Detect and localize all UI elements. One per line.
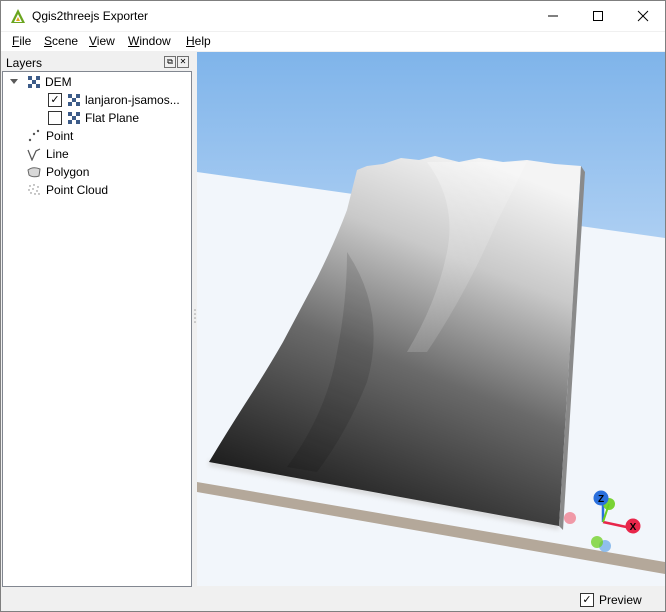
axis-z-label: Z (598, 494, 604, 505)
tree-item-dem[interactable]: DEM (28, 73, 72, 91)
window-title: Qgis2threejs Exporter (32, 9, 149, 23)
menu-view[interactable]: View (89, 34, 115, 48)
menu-help[interactable]: Help (186, 34, 211, 48)
tree-item-label: Polygon (46, 165, 90, 179)
tree-item-polygon[interactable]: Polygon (27, 163, 89, 181)
point-cloud-layer-icon (28, 184, 40, 195)
tree-item-label: Flat Plane (85, 111, 140, 125)
layer-visibility-checkbox[interactable] (48, 111, 62, 125)
axis-neg-x-sphere (564, 512, 576, 524)
tree-item-label: Line (46, 147, 69, 161)
menu-bar: File Scene View Window Help (1, 32, 665, 51)
preview-label: Preview (599, 593, 642, 607)
expand-arrow-icon[interactable] (10, 79, 18, 84)
close-icon: ✕ (179, 57, 187, 66)
title-bar[interactable]: Qgis2threejs Exporter (1, 1, 665, 31)
minimize-icon (547, 15, 558, 17)
point-layer-icon (28, 129, 40, 142)
menu-scene[interactable]: Scene (44, 34, 78, 48)
menu-window[interactable]: Window (128, 34, 171, 48)
layer-tree[interactable]: DEM ✓ lanjaron-jsamos... Flat Plane Poin… (2, 71, 192, 587)
polygon-layer-icon (27, 167, 41, 178)
check-mark-icon: ✓ (582, 594, 592, 606)
status-bar: ✓ Preview (1, 587, 665, 611)
line-layer-icon (27, 148, 41, 161)
app-window: Qgis2threejs Exporter File Scene View Wi… (0, 0, 666, 612)
float-dock-button[interactable]: ⧉ (164, 56, 176, 68)
maximize-button[interactable] (575, 1, 620, 31)
close-icon (637, 10, 648, 22)
preview-checkbox[interactable]: ✓ (580, 593, 594, 607)
menu-file[interactable]: File (12, 34, 31, 48)
tree-item-point[interactable]: Point (27, 127, 73, 145)
dem-layer-icon (68, 112, 80, 124)
tree-item-lanjaron[interactable]: ✓ lanjaron-jsamos... (48, 91, 180, 109)
3d-preview-viewport[interactable]: Z X (197, 52, 665, 586)
axis-x-label: X (630, 522, 637, 533)
qgis2threejs-app-icon (11, 9, 25, 23)
layers-dock: Layers ⧉ ✕ DEM ✓ lanjaron-jsamos... Flat… (1, 52, 193, 587)
close-dock-button[interactable]: ✕ (177, 56, 189, 68)
tree-item-point-cloud[interactable]: Point Cloud (27, 181, 108, 199)
layers-dock-title: Layers (6, 56, 43, 70)
float-icon: ⧉ (167, 57, 173, 66)
tree-item-flat-plane[interactable]: Flat Plane (48, 109, 139, 127)
axis-neg-y-sphere (591, 536, 603, 548)
dem-layer-icon (68, 94, 80, 106)
tree-item-line[interactable]: Line (27, 145, 69, 163)
tree-item-label: Point (46, 129, 74, 143)
3d-scene[interactable]: Z X (197, 52, 665, 586)
layer-visibility-checkbox[interactable]: ✓ (48, 93, 62, 107)
dem-layer-icon (28, 76, 40, 88)
tree-item-label: DEM (45, 75, 72, 89)
preview-toggle[interactable]: ✓ Preview (580, 593, 642, 607)
maximize-icon (592, 11, 603, 21)
tree-item-label: Point Cloud (46, 183, 109, 197)
close-button[interactable] (620, 1, 665, 31)
minimize-button[interactable] (530, 1, 575, 31)
tree-item-label: lanjaron-jsamos... (85, 93, 180, 107)
check-mark-icon: ✓ (50, 94, 60, 106)
